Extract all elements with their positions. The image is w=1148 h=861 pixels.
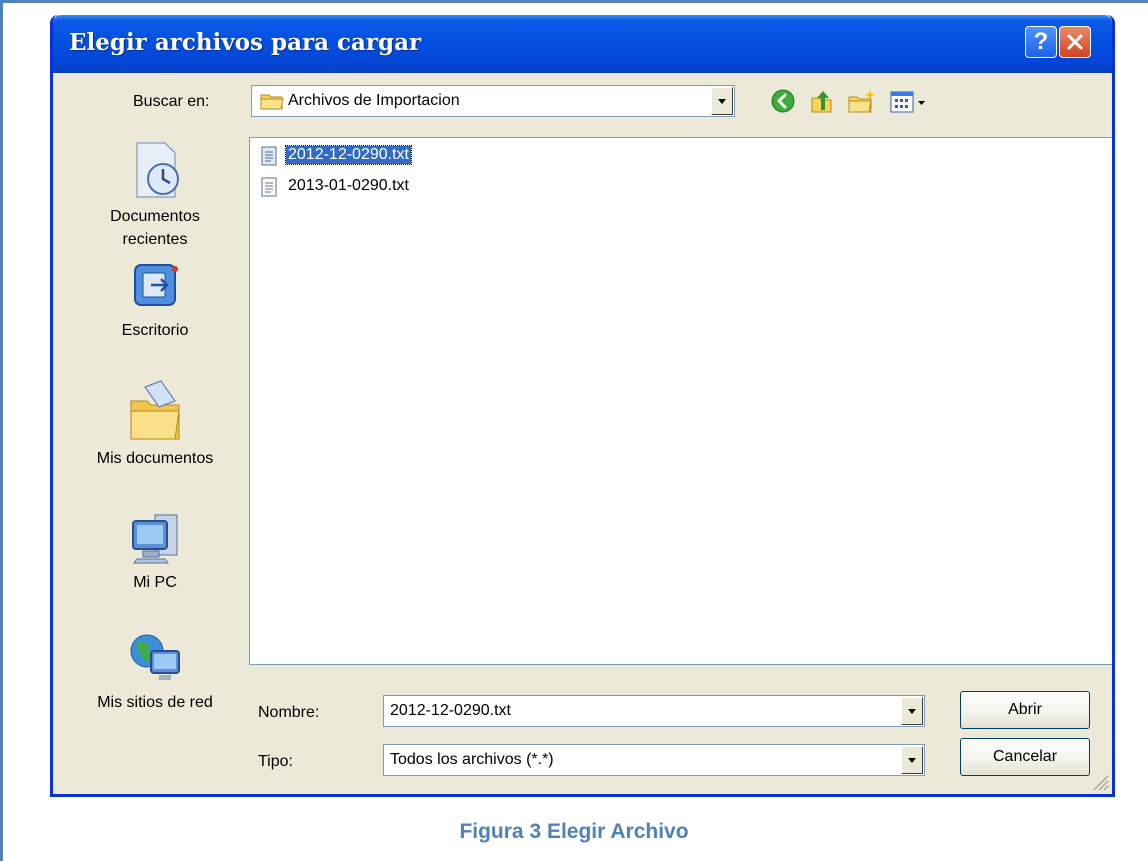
figure-caption: Figura 3 Elegir Archivo (459, 820, 689, 843)
filetype-dropdown[interactable]: Todos los archivos (*.*) (383, 744, 925, 776)
back-icon[interactable] (770, 88, 796, 114)
filetype-value: Todos los archivos (*.*) (390, 751, 554, 768)
new-folder-icon[interactable] (847, 88, 877, 116)
filetype-label: Tipo: (258, 753, 293, 770)
filename-dropdown-arrow[interactable] (901, 697, 923, 725)
filename-input[interactable]: 2012-12-0290.txt (383, 695, 925, 727)
filename-label: Nombre: (258, 704, 320, 721)
place-label: Escritorio (121, 322, 189, 339)
place-my-computer[interactable]: Mi PC (75, 503, 235, 594)
dialog-title: Elegir archivos para cargar (69, 29, 422, 56)
help-button[interactable]: ? (1025, 26, 1057, 58)
text-file-icon (261, 177, 277, 197)
lookin-value: Archivos de Importacion (288, 92, 460, 109)
file-name: 2012-12-0290.txt (285, 145, 412, 165)
desktop-icon (134, 264, 178, 306)
text-file-icon (261, 146, 277, 166)
title-bar[interactable]: Elegir archivos para cargar ? (53, 15, 1112, 73)
recent-documents-icon (136, 142, 179, 198)
up-folder-icon[interactable] (809, 88, 837, 116)
my-computer-icon (132, 514, 178, 564)
file-open-dialog: Elegir archivos para cargar ? Buscar en:… (50, 15, 1115, 797)
place-network[interactable]: Mis sitios de red (75, 625, 235, 714)
place-label: Mi PC (133, 574, 177, 591)
resize-grip-icon[interactable] (1090, 772, 1110, 792)
folder-icon (260, 94, 284, 110)
lookin-dropdown[interactable]: Archivos de Importacion (251, 85, 735, 117)
view-menu-icon[interactable] (889, 88, 929, 116)
file-list[interactable]: 2012-12-0290.txt 2013-01-0290.txt (249, 137, 1112, 665)
my-documents-icon (130, 380, 180, 440)
place-recent-documents[interactable]: Documentos recientes (75, 135, 235, 251)
lookin-label: Buscar en: (133, 93, 209, 111)
place-label: Mis sitios de red (97, 694, 213, 711)
place-my-documents[interactable]: Mis documentos (75, 377, 235, 470)
lookin-dropdown-arrow[interactable] (711, 87, 733, 115)
open-button[interactable]: Abrir (960, 691, 1090, 729)
filename-value: 2012-12-0290.txt (390, 702, 511, 719)
place-label: Documentos (110, 208, 200, 225)
file-name: 2013-01-0290.txt (288, 177, 409, 194)
network-places-icon (130, 634, 180, 680)
place-desktop[interactable]: Escritorio (75, 255, 235, 342)
place-label: Mis documentos (96, 450, 214, 467)
cancel-button[interactable]: Cancelar (960, 738, 1090, 776)
close-icon (1067, 34, 1083, 50)
close-button[interactable] (1059, 26, 1091, 58)
place-label-line2: recientes (122, 231, 188, 248)
filetype-dropdown-arrow[interactable] (901, 746, 923, 774)
lookin-label-text: Buscar en: (133, 93, 210, 110)
